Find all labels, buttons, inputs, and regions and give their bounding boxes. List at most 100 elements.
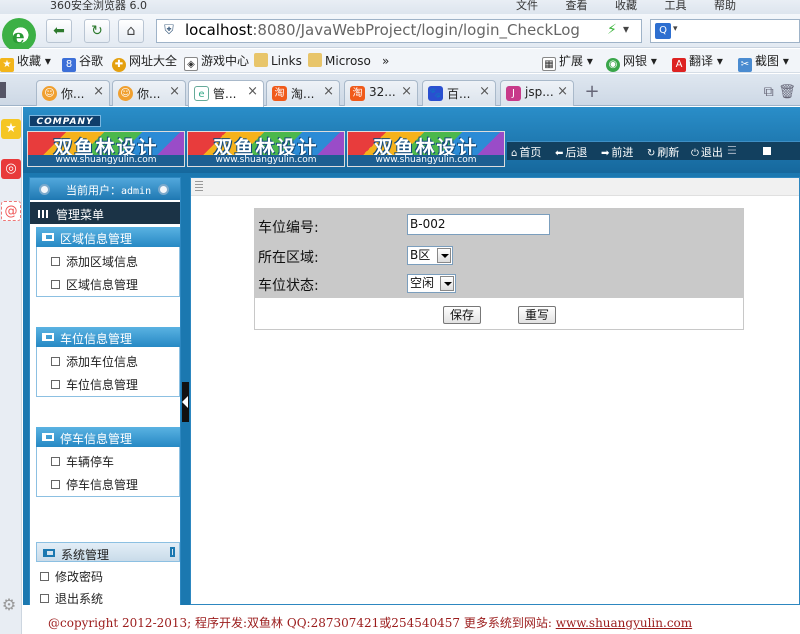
main-content: 车位编号: B-002 所在区域: B区 车位状态: 空闲 保存 重写 — [190, 177, 800, 605]
save-button[interactable]: 保存 — [443, 306, 481, 324]
pin-icon — [158, 184, 169, 195]
screenshot-icon: ✂ — [738, 58, 752, 72]
area-select[interactable]: B区 — [407, 246, 453, 265]
navigation-bar: e ⬅ ↻ ⌂ ⛨ localhost:8080/JavaWebProject/… — [0, 14, 800, 52]
trash-icon[interactable]: 🗑 — [778, 84, 796, 100]
menu-tools[interactable]: 工具 — [665, 0, 687, 12]
collapse-arrow-icon — [182, 396, 188, 408]
brand-site: www.shuangyulin.com — [348, 155, 504, 166]
address-bar[interactable]: ⛨ localhost:8080/JavaWebProject/login/lo… — [156, 19, 642, 43]
footer-site-link[interactable]: www.shuangyulin.com — [556, 616, 692, 630]
menu-item-area-manage[interactable]: 区域信息管理 — [51, 276, 138, 293]
nav-logout[interactable]: ⏻ 退出 — [691, 144, 723, 160]
search-box[interactable]: Q ▾ — [650, 19, 800, 43]
tab-6[interactable]: 🐾 百... × — [422, 80, 496, 106]
menu-item-add-space[interactable]: 添加车位信息 — [51, 353, 138, 370]
fav-translate[interactable]: A 翻译 ▾ — [672, 52, 723, 72]
web-app: COMPANY 双鱼林设计 www.shuangyulin.com 双鱼林设计 … — [23, 107, 800, 634]
menu-help[interactable]: 帮助 — [714, 0, 736, 12]
fav-banking[interactable]: ◉ 网银 ▾ — [606, 52, 657, 72]
refresh-button[interactable]: ↻ — [84, 19, 110, 43]
close-icon[interactable]: × — [169, 84, 180, 99]
tab-label: 32... — [369, 85, 396, 99]
address-dropdown-icon[interactable]: ▾ — [623, 22, 629, 36]
close-icon[interactable]: × — [247, 84, 258, 99]
group-title: 车位信息管理 — [60, 332, 133, 346]
nav-forward[interactable]: ➡ 前进 — [601, 144, 633, 160]
translate-icon: A — [672, 58, 686, 72]
brand-logo: 双鱼林设计 www.shuangyulin.com — [27, 131, 185, 167]
engine-dropdown-icon[interactable]: ▾ — [673, 24, 678, 34]
nav-home[interactable]: ⌂ 首页 — [511, 144, 541, 160]
star-icon: ★ — [0, 58, 14, 72]
space-code-input[interactable]: B-002 — [407, 214, 550, 235]
folder-icon — [42, 433, 54, 441]
group-title: 区域信息管理 — [60, 232, 133, 246]
status-select[interactable]: 空闲 — [407, 274, 456, 293]
fav-google[interactable]: 8 谷歌 — [62, 52, 103, 72]
nav-label: 首页 — [519, 146, 542, 159]
close-icon[interactable]: × — [401, 84, 412, 99]
tab-4[interactable]: 淘 淘... × — [266, 80, 340, 106]
fav-screenshot[interactable]: ✂ 截图 ▾ — [738, 52, 789, 72]
menu-item-parking-manage[interactable]: 停车信息管理 — [51, 476, 138, 493]
nav-label: 后退 — [565, 146, 588, 159]
fav-label: Links — [271, 54, 302, 68]
tab-2[interactable]: ☺ 你... × — [112, 80, 186, 106]
nav-refresh[interactable]: ↻ 刷新 — [647, 144, 679, 160]
group-space-info[interactable]: 车位信息管理 — [36, 327, 180, 347]
url-text[interactable]: localhost:8080/JavaWebProject/login/logi… — [185, 21, 605, 39]
group-system[interactable]: 系统管理 — [36, 542, 180, 562]
fav-microsoft[interactable]: Microso — [308, 52, 371, 70]
restore-tab-icon[interactable]: ⧉ — [764, 84, 774, 100]
fav-collect[interactable]: ★ 收藏 ▾ — [0, 52, 51, 72]
menu-item-label: 车辆停车 — [66, 455, 115, 469]
sidebar-toggle-icon[interactable] — [0, 82, 6, 98]
favorites-star-icon[interactable]: ★ — [1, 119, 21, 139]
home-button[interactable]: ⌂ — [118, 19, 144, 43]
group-area-info[interactable]: 区域信息管理 — [36, 227, 180, 247]
nav-label: 前进 — [611, 146, 634, 159]
reset-button[interactable]: 重写 — [518, 306, 556, 324]
search-engine-icon[interactable]: Q — [655, 23, 671, 39]
brand-logo: 双鱼林设计 www.shuangyulin.com — [347, 131, 505, 167]
extensions-icon: ▦ — [542, 57, 556, 71]
speed-mode-icon[interactable]: ⚡ — [607, 22, 617, 38]
mail-icon[interactable]: @ — [1, 201, 21, 221]
tab-5[interactable]: 淘 32... × — [344, 80, 418, 106]
tab-1[interactable]: ☺ 你... × — [36, 80, 110, 106]
menu-item-label: 添加区域信息 — [66, 255, 139, 269]
tab-3-active[interactable]: e 管... × — [188, 80, 264, 107]
menu-item-space-manage[interactable]: 车位信息管理 — [51, 376, 138, 393]
user-name: admin — [121, 186, 152, 197]
fav-links[interactable]: Links — [254, 52, 302, 70]
fav-sites[interactable]: ✚ 网址大全 — [112, 52, 177, 72]
close-icon[interactable]: × — [557, 84, 568, 99]
plus-icon: + — [584, 81, 600, 102]
nav-back[interactable]: ⬅ 后退 — [555, 144, 587, 160]
fav-label: Microso — [325, 54, 371, 68]
settings-gear-icon[interactable]: ⚙ — [0, 596, 18, 614]
menu-favorites[interactable]: 收藏 — [615, 0, 637, 12]
menu-view[interactable]: 查看 — [566, 0, 588, 12]
back-button[interactable]: ⬅ — [46, 19, 72, 43]
weibo-icon[interactable]: ◎ — [1, 159, 21, 179]
fav-extensions[interactable]: ▦ 扩展 ▾ — [542, 52, 593, 71]
close-icon[interactable]: × — [93, 84, 104, 99]
menu-file[interactable]: 文件 — [516, 0, 538, 12]
menu-item-add-area[interactable]: 添加区域信息 — [51, 253, 138, 270]
sidebar-collapse-handle[interactable] — [182, 382, 189, 422]
tab-7[interactable]: J jsp... × — [500, 80, 574, 106]
fav-more[interactable]: » — [382, 52, 389, 70]
app-banner: COMPANY 双鱼林设计 www.shuangyulin.com 双鱼林设计 … — [23, 107, 800, 173]
app-title: 360安全浏览器 6.0 — [50, 0, 147, 12]
scroll-handle-icon[interactable] — [170, 547, 175, 557]
fav-games[interactable]: ◈ 游戏中心 — [184, 52, 249, 71]
close-icon[interactable]: × — [323, 84, 334, 99]
close-icon[interactable]: × — [479, 84, 490, 99]
menu-item-park-car[interactable]: 车辆停车 — [51, 453, 114, 470]
new-tab-button[interactable]: + — [581, 82, 603, 104]
group-parking-info[interactable]: 停车信息管理 — [36, 427, 180, 447]
tab-tools[interactable]: ⧉ 🗑 — [764, 84, 796, 100]
menu-item-change-password[interactable]: 修改密码 — [40, 568, 103, 585]
